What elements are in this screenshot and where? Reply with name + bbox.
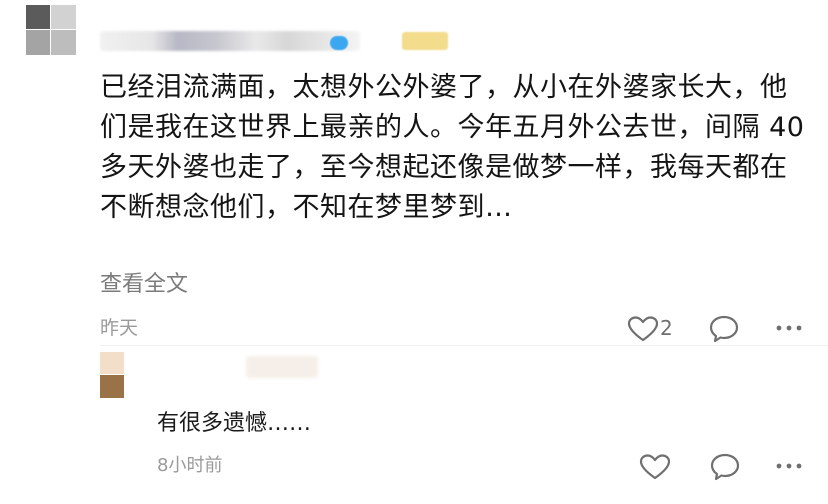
heart-icon[interactable] [639, 453, 671, 481]
reply-text: 有很多遗憾…… [157, 411, 312, 436]
like-count: 2 [660, 316, 673, 340]
heart-icon[interactable] [627, 315, 659, 343]
divider [100, 345, 828, 346]
avatar-pixel [100, 352, 124, 374]
more-ellipsis-icon[interactable] [774, 456, 804, 476]
avatar-pixel [100, 375, 124, 398]
more-ellipsis-icon[interactable] [774, 318, 804, 338]
view-full-text-link[interactable]: 查看全文 [100, 270, 188, 300]
commenter-avatar[interactable] [26, 5, 76, 55]
comment-bubble-icon[interactable] [708, 314, 740, 344]
verified-badge-icon [330, 36, 348, 50]
comment-timestamp: 昨天 [100, 317, 139, 339]
avatar-pixel [51, 5, 76, 29]
reply-timestamp: 8小时前 [157, 455, 223, 476]
avatar-pixel [26, 5, 50, 29]
user-level-badge [402, 32, 448, 50]
comment-bubble-icon[interactable] [709, 452, 741, 482]
commenter-name-blurred[interactable] [100, 31, 360, 51]
comment-text: 已经泪流满面，太想外公外婆了，从小在外婆家长大，他们是我在这世界上最亲的人。今年… [100, 72, 805, 223]
reply-name-blurred[interactable] [246, 356, 318, 378]
reply-avatar[interactable] [100, 352, 124, 398]
avatar-pixel [26, 30, 50, 55]
avatar-pixel [51, 30, 76, 55]
